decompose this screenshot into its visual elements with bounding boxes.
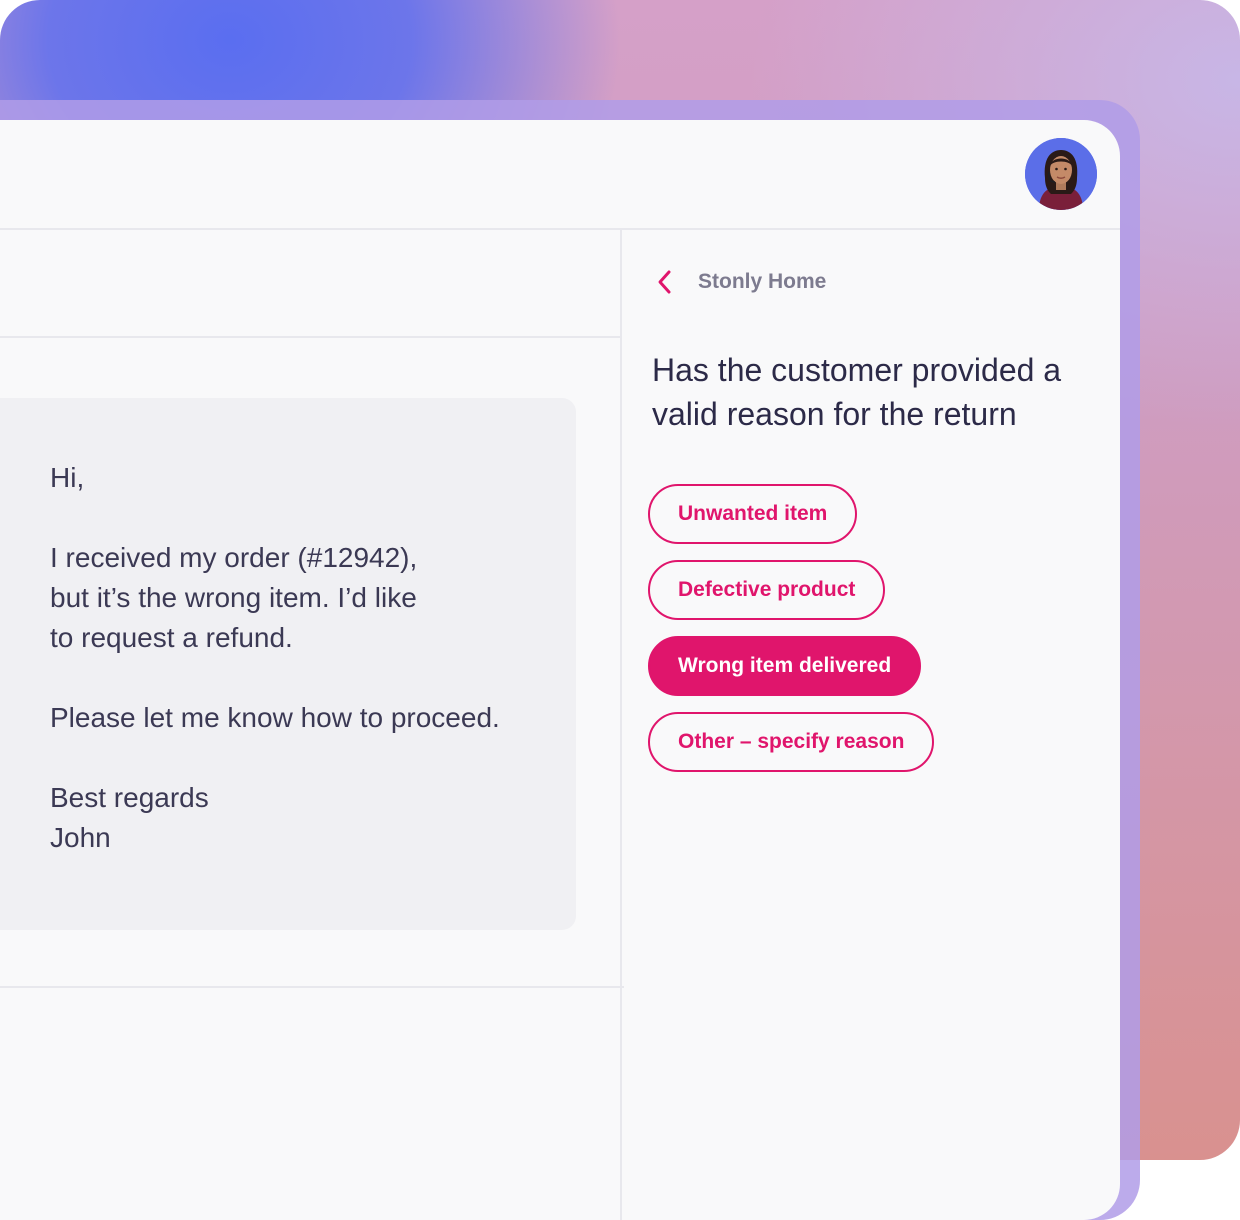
answer-options: Unwanted item Defective product Wrong item… [648,484,935,788]
back-link-label[interactable]: Stonly Home [698,270,826,294]
email-message-card: Hi, I received my order (#12942), but it’s… [0,398,576,930]
email-line: Please let me know how to proceed. [50,702,500,733]
option-row: Unwanted item [648,484,934,560]
email-line: Hi, [50,462,85,493]
ticket-pane: Hi, I received my order (#12942), but it’s… [0,230,624,1220]
email-line [50,498,570,538]
agent-avatar[interactable] [1025,138,1097,210]
app-window: Hi, I received my order (#12942), but it’s… [0,120,1120,1220]
email-line: I received my order (#12942), [50,542,418,573]
guide-panel: Stonly Home Has the customer provided a … [622,230,1120,1220]
avatar-image [1025,138,1097,210]
ticket-divider [0,986,624,988]
answer-option-button[interactable]: Defective product [648,560,886,620]
top-bar [0,120,1120,230]
email-line: Best regards [50,782,209,813]
guide-question: Has the customer provided a valid reason… [652,352,1062,432]
answer-option-button[interactable]: Unwanted item [648,484,858,544]
ticket-header-row [0,230,620,338]
breadcrumb[interactable]: Stonly Home [650,264,826,300]
email-line: to request a refund. [50,622,293,653]
email-line [50,658,570,698]
email-body: Hi, I received my order (#12942), but it’s… [50,458,570,858]
answer-option-button[interactable]: Wrong item delivered [648,636,922,696]
email-line: John [50,822,111,853]
email-line: but it’s the wrong item. I’d like [50,582,417,613]
option-row: Wrong item delivered [648,636,934,712]
option-row: Defective product [648,560,934,636]
chevron-left-icon[interactable] [650,264,678,300]
answer-option-button[interactable]: Other – specify reason [648,712,935,772]
option-row: Other – specify reason [648,712,935,788]
email-line [50,738,570,778]
